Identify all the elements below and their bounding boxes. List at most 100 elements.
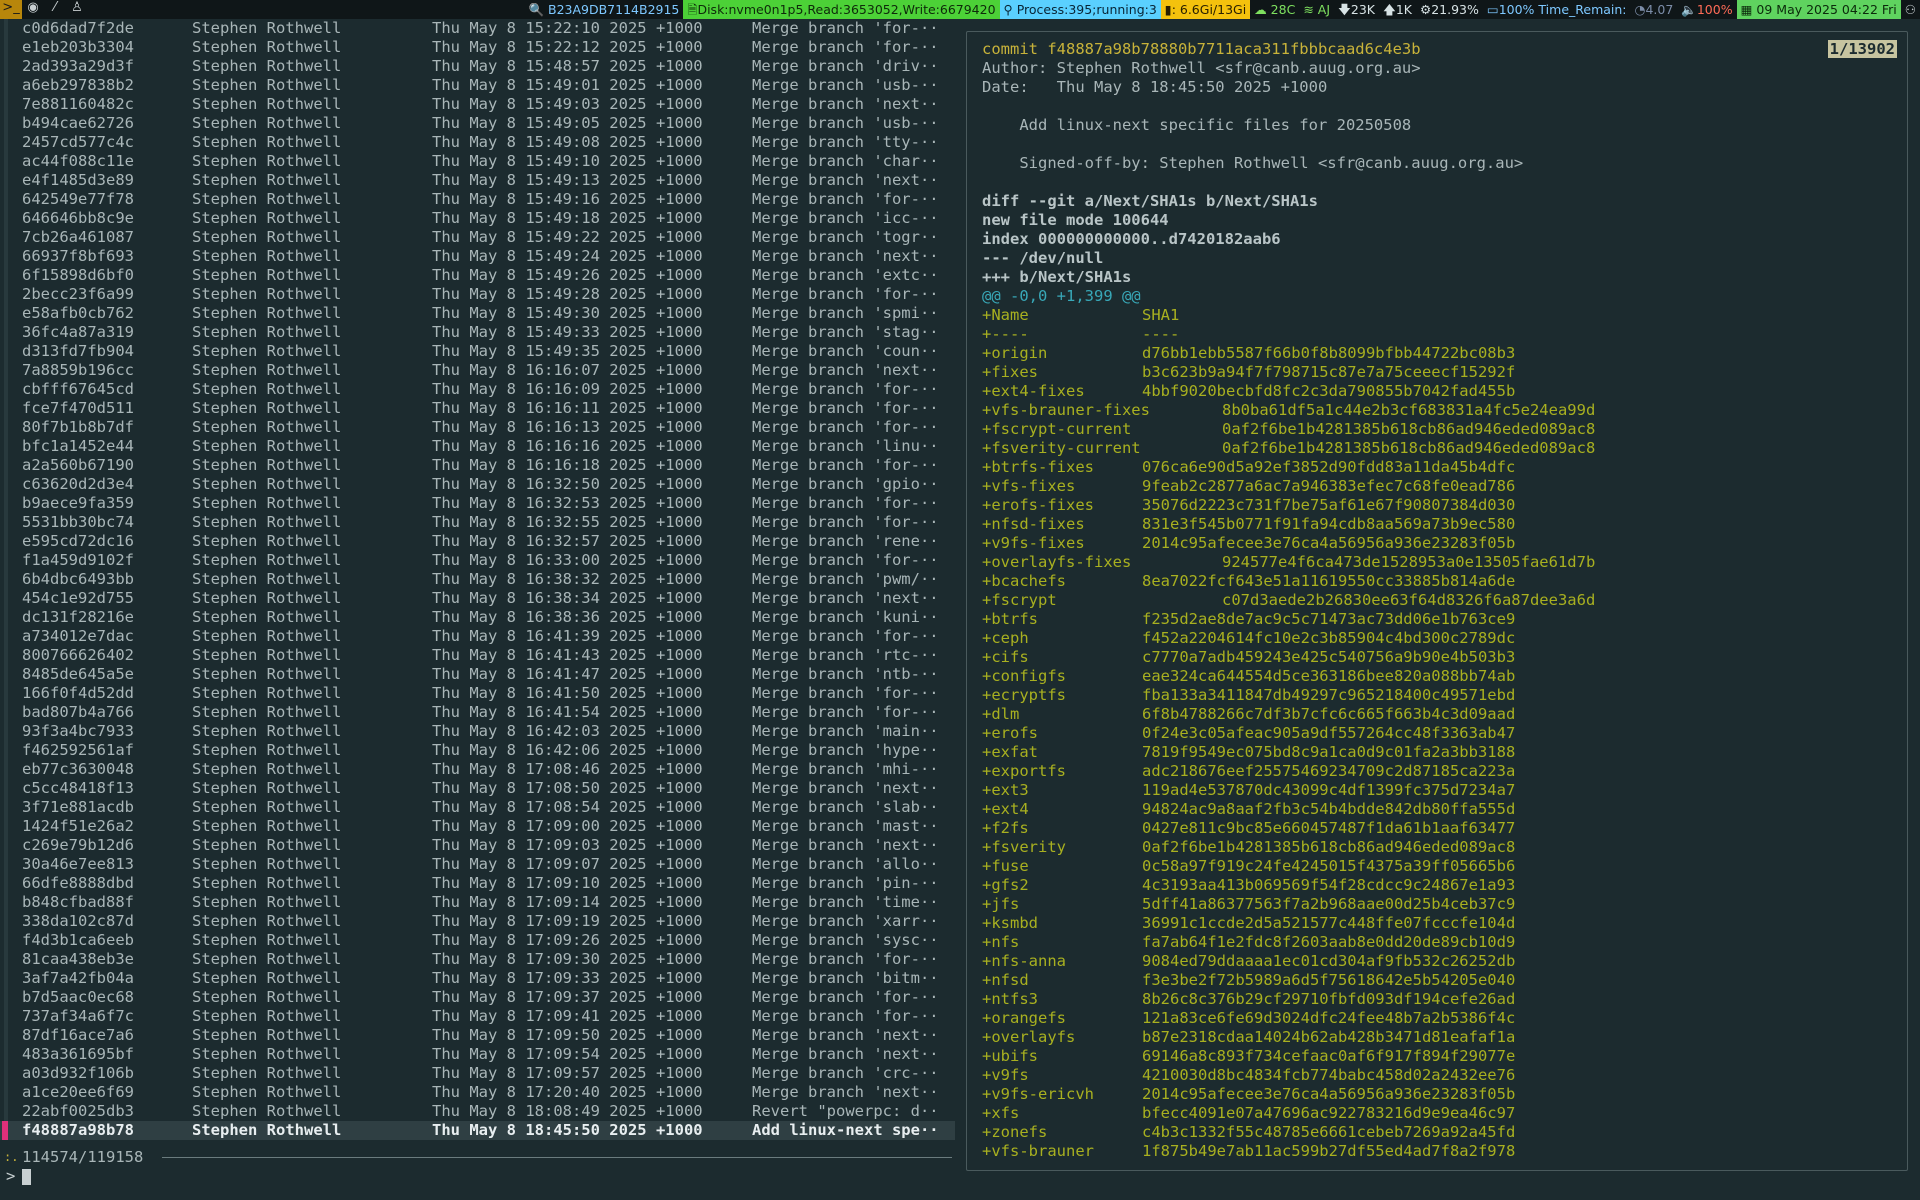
commit-hash: 66937f8bf693 xyxy=(22,247,134,265)
commit-row[interactable]: 87df16ace7a6 Stephen Rothwell Thu May 8 17… xyxy=(0,1026,955,1045)
commit-row[interactable]: 8485de645a5e Stephen Rothwell Thu May 8 16… xyxy=(0,665,955,684)
commit-author: Stephen Rothwell xyxy=(192,1064,342,1082)
branch-name: +jfs xyxy=(982,895,1020,913)
commit-date: Thu May 8 15:49:16 2025 +1000 xyxy=(432,190,703,208)
commit-row[interactable]: 166f0f4d52dd Stephen Rothwell Thu May 8 16… xyxy=(0,684,955,703)
commit-row[interactable]: 66937f8bf693 Stephen Rothwell Thu May 8 15… xyxy=(0,247,955,266)
commit-date: Thu May 8 15:49:13 2025 +1000 xyxy=(432,171,703,189)
diff-added-line: +ubifs 69146a8c893f734cefaac0af6f917f894f… xyxy=(982,1047,1515,1066)
commit-row[interactable]: b494cae62726 Stephen Rothwell Thu May 8 15… xyxy=(0,114,955,133)
search-prompt[interactable]: > xyxy=(0,1167,955,1186)
commit-row[interactable]: 81caa438eb3e Stephen Rothwell Thu May 8 17… xyxy=(0,950,955,969)
volume-status[interactable]: 🔈 100% xyxy=(1677,0,1736,19)
commit-row[interactable]: 483a361695bf Stephen Rothwell Thu May 8 17… xyxy=(0,1045,955,1064)
row-gutter xyxy=(4,741,8,760)
commit-row[interactable]: f4d3b1ca6eeb Stephen Rothwell Thu May 8 17… xyxy=(0,931,955,950)
commit-row[interactable]: 7e881160482c Stephen Rothwell Thu May 8 15… xyxy=(0,95,955,114)
commit-row[interactable]: 646646bb8c9e Stephen Rothwell Thu May 8 15… xyxy=(0,209,955,228)
commit-subject: Merge branch 'next·· xyxy=(752,836,939,854)
commit-row[interactable]: c269e79b12d6 Stephen Rothwell Thu May 8 17… xyxy=(0,836,955,855)
commit-row[interactable]: 800766626402 Stephen Rothwell Thu May 8 16… xyxy=(0,646,955,665)
diff-added-line: +ntfs3 8b26c8c376b29cf29710fbfd093df194ce… xyxy=(982,990,1515,1009)
commit-row[interactable]: 22abf0025db3 Stephen Rothwell Thu May 8 18… xyxy=(0,1102,955,1121)
commit-row[interactable]: 6b4dbc6493bb Stephen Rothwell Thu May 8 16… xyxy=(0,570,955,589)
commit-row[interactable]: e1eb203b3304 Stephen Rothwell Thu May 8 15… xyxy=(0,38,955,57)
commit-row[interactable]: e595cd72dc16 Stephen Rothwell Thu May 8 16… xyxy=(0,532,955,551)
commit-row[interactable]: 66dfe8888dbd Stephen Rothwell Thu May 8 17… xyxy=(0,874,955,893)
commit-row[interactable]: 3f71e881acdb Stephen Rothwell Thu May 8 17… xyxy=(0,798,955,817)
commit-row[interactable]: b9aece9fa359 Stephen Rothwell Thu May 8 16… xyxy=(0,494,955,513)
commit-row[interactable]: b848cfbad88f Stephen Rothwell Thu May 8 17… xyxy=(0,893,955,912)
commit-author: Stephen Rothwell xyxy=(192,513,342,531)
tray-icon[interactable]: ⚇ xyxy=(1901,0,1920,19)
commit-hash: 7a8859b196cc xyxy=(22,361,134,379)
branch-name: +nfs xyxy=(982,933,1020,951)
commit-row[interactable]: 737af34a6f7c Stephen Rothwell Thu May 8 17… xyxy=(0,1007,955,1026)
commit-row[interactable]: a1ce20ee6f69 Stephen Rothwell Thu May 8 17… xyxy=(0,1083,955,1102)
commit-list[interactable]: c0d6dad7f2de Stephen Rothwell Thu May 8 15… xyxy=(0,19,960,1200)
commit-row[interactable]: cbfff67645cd Stephen Rothwell Thu May 8 16… xyxy=(0,380,955,399)
commit-row[interactable]: dc131f28216e Stephen Rothwell Thu May 8 16… xyxy=(0,608,955,627)
commit-row[interactable]: 1424f51e26a2 Stephen Rothwell Thu May 8 17… xyxy=(0,817,955,836)
branch-sha: 69146a8c893f734cefaac0af6f917f894f29077e xyxy=(1142,1047,1516,1065)
commit-row[interactable]: bfc1a1452e44 Stephen Rothwell Thu May 8 16… xyxy=(0,437,955,456)
commit-row[interactable]: a6eb297838b2 Stephen Rothwell Thu May 8 15… xyxy=(0,76,955,95)
selected-commit-row[interactable]: f48887a98b78 Stephen Rothwell Thu May 8 18… xyxy=(0,1121,955,1140)
commit-subject: Merge branch 'crc-·· xyxy=(752,1064,939,1082)
commit-row[interactable]: f462592561af Stephen Rothwell Thu May 8 16… xyxy=(0,741,955,760)
commit-author: Stephen Rothwell xyxy=(192,323,342,341)
commit-row[interactable]: c63620d2d3e4 Stephen Rothwell Thu May 8 16… xyxy=(0,475,955,494)
commit-row[interactable]: bad807b4a766 Stephen Rothwell Thu May 8 16… xyxy=(0,703,955,722)
commit-row[interactable]: ac44f088c11e Stephen Rothwell Thu May 8 15… xyxy=(0,152,955,171)
load-status: ◔ 4.07 xyxy=(1634,2,1674,17)
commit-row[interactable]: 2457cd577c4c Stephen Rothwell Thu May 8 15… xyxy=(0,133,955,152)
commit-row[interactable]: 2ad393a29d3f Stephen Rothwell Thu May 8 15… xyxy=(0,57,955,76)
commit-row[interactable]: 2becc23f6a99 Stephen Rothwell Thu May 8 15… xyxy=(0,285,955,304)
commit-row[interactable]: 6f15898d6bf0 Stephen Rothwell Thu May 8 15… xyxy=(0,266,955,285)
text-cursor[interactable] xyxy=(22,1169,31,1185)
commit-row[interactable]: e58afb0cb762 Stephen Rothwell Thu May 8 15… xyxy=(0,304,955,323)
row-gutter xyxy=(4,646,8,665)
commit-row[interactable]: a03d932f106b Stephen Rothwell Thu May 8 17… xyxy=(0,1064,955,1083)
commit-row[interactable]: 80f7b1b8b7df Stephen Rothwell Thu May 8 16… xyxy=(0,418,955,437)
diff-added-line: +jfs 5dff41a86377563f7a2b968aae00d25b4ceb… xyxy=(982,895,1515,914)
commit-author: Stephen Rothwell xyxy=(192,608,342,626)
battery-status: ▭ 100% Time_Remain: xyxy=(1486,2,1627,17)
commit-row[interactable]: 3af7a42fb04a Stephen Rothwell Thu May 8 17… xyxy=(0,969,955,988)
row-gutter xyxy=(4,418,8,437)
commit-row[interactable]: eb77c3630048 Stephen Rothwell Thu May 8 17… xyxy=(0,760,955,779)
commit-row[interactable]: a734012e7dac Stephen Rothwell Thu May 8 16… xyxy=(0,627,955,646)
diff-added-line: +v9fs 4210030d8bc4834fcb774babc458d02a243… xyxy=(982,1066,1515,1085)
row-gutter xyxy=(4,247,8,266)
commit-row[interactable]: 93f3a4bc7933 Stephen Rothwell Thu May 8 16… xyxy=(0,722,955,741)
commit-row[interactable]: 36fc4a87a319 Stephen Rothwell Thu May 8 15… xyxy=(0,323,955,342)
commit-row[interactable]: 7cb26a461087 Stephen Rothwell Thu May 8 15… xyxy=(0,228,955,247)
workspace-icons: >_ ◉ ⁄ ♙ xyxy=(0,0,88,19)
commit-row[interactable]: 7a8859b196cc Stephen Rothwell Thu May 8 16… xyxy=(0,361,955,380)
upload-rate: 🡅 1K xyxy=(1382,2,1412,17)
commit-row[interactable]: e4f1485d3e89 Stephen Rothwell Thu May 8 15… xyxy=(0,171,955,190)
commit-date: Thu May 8 15:49:35 2025 +1000 xyxy=(432,342,703,360)
commit-row[interactable]: 5531bb30bc74 Stephen Rothwell Thu May 8 16… xyxy=(0,513,955,532)
commit-row[interactable]: d313fd7fb904 Stephen Rothwell Thu May 8 15… xyxy=(0,342,955,361)
commit-date: Thu May 8 16:38:32 2025 +1000 xyxy=(432,570,703,588)
commit-hash: 87df16ace7a6 xyxy=(22,1026,134,1044)
browser-icon[interactable]: ◉ xyxy=(22,0,44,19)
commit-row[interactable]: f1a459d9102f Stephen Rothwell Thu May 8 16… xyxy=(0,551,955,570)
commit-row[interactable]: c0d6dad7f2de Stephen Rothwell Thu May 8 15… xyxy=(0,19,955,38)
commit-row[interactable]: c5cc48418f13 Stephen Rothwell Thu May 8 17… xyxy=(0,779,955,798)
commit-row[interactable]: 642549e77f78 Stephen Rothwell Thu May 8 15… xyxy=(0,190,955,209)
author-line: Author: Stephen Rothwell <sfr@canb.auug.… xyxy=(982,59,1421,77)
commit-row[interactable]: 30a46e7ee813 Stephen Rothwell Thu May 8 17… xyxy=(0,855,955,874)
commit-row[interactable]: b7d5aac0ec68 Stephen Rothwell Thu May 8 17… xyxy=(0,988,955,1007)
commit-author: Stephen Rothwell xyxy=(192,57,342,75)
commit-row[interactable]: a2a560b67190 Stephen Rothwell Thu May 8 16… xyxy=(0,456,955,475)
commit-author: Stephen Rothwell xyxy=(192,1083,342,1101)
tux-icon[interactable]: ♙ xyxy=(66,0,88,19)
commit-row[interactable]: 338da102c87d Stephen Rothwell Thu May 8 17… xyxy=(0,912,955,931)
commit-row[interactable]: 454c1e92d755 Stephen Rothwell Thu May 8 16… xyxy=(0,589,955,608)
tool-icon[interactable]: ⁄ xyxy=(44,0,66,19)
terminal-icon[interactable]: >_ xyxy=(0,0,22,19)
commit-preview[interactable]: 1/13902 commit f48887a98b78880b7711aca31… xyxy=(966,31,1908,1171)
commit-row[interactable]: fce7f470d511 Stephen Rothwell Thu May 8 16… xyxy=(0,399,955,418)
